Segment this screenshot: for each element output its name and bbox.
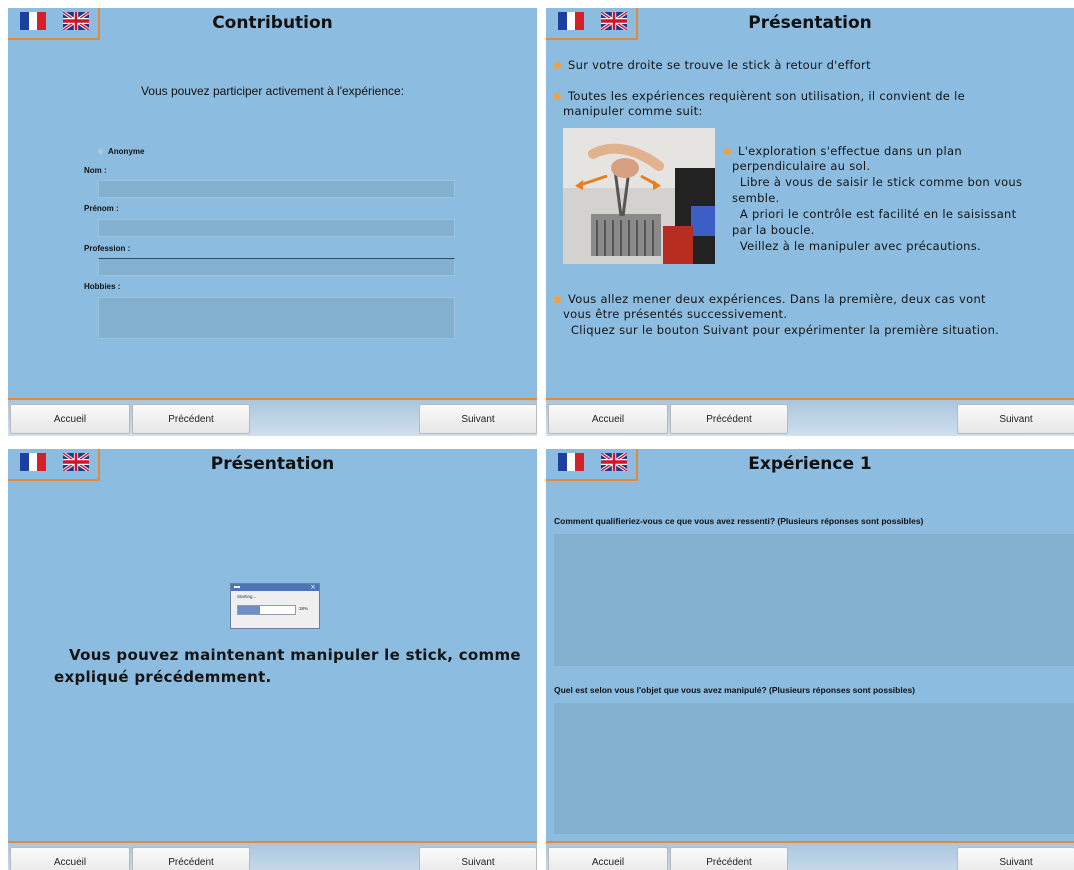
dialog-titlebar: × — [231, 583, 319, 591]
page-title: Expérience 1 — [748, 454, 872, 474]
navigation-bar: Accueil Précédent Suivant — [8, 841, 537, 870]
intro-bullet-1: Sur votre droite se trouve le stick à re… — [568, 58, 871, 72]
orange-dot-icon — [554, 93, 561, 100]
next-button[interactable]: Suivant — [419, 847, 537, 870]
experiments-bullet-line2: vous être présentés successivement. — [563, 307, 788, 321]
ready-message-line2: expliqué précédemment. — [54, 668, 272, 686]
previous-button[interactable]: Précédent — [132, 847, 250, 870]
previous-button[interactable]: Précédent — [132, 404, 250, 434]
navigation-bar: Accueil Précédent Suivant — [8, 398, 537, 436]
ready-message-line1: Vous pouvez maintenant manipuler le stic… — [69, 646, 521, 664]
profession-field[interactable] — [98, 258, 455, 276]
stick-instructions-line4: semble. — [732, 191, 780, 205]
navigation-bar: Accueil Précédent Suivant — [546, 841, 1074, 870]
stick-instructions-line3: Libre à vous de saisir le stick comme bo… — [732, 175, 1023, 189]
home-button[interactable]: Accueil — [548, 847, 668, 870]
minimize-icon[interactable] — [234, 586, 240, 588]
home-button[interactable]: Accueil — [10, 847, 130, 870]
experiments-bullet-line1: Vous allez mener deux expériences. Dans … — [568, 292, 986, 306]
contribution-intro: Vous pouvez participer activement à l'ex… — [140, 84, 405, 98]
question-1-answer-area[interactable] — [554, 534, 1074, 666]
last-name-field[interactable] — [98, 180, 455, 198]
question-2-label: Quel est selon vous l'objet que vous ave… — [554, 685, 916, 695]
stick-instructions-line5: A priori le contrôle est facilité en le … — [732, 207, 1017, 221]
next-button[interactable]: Suivant — [957, 404, 1074, 434]
orange-dot-icon — [554, 62, 561, 69]
hobbies-label: Hobbies : — [84, 282, 121, 291]
next-button[interactable]: Suivant — [419, 404, 537, 434]
progress-fill — [238, 606, 260, 614]
intro-bullet-2-line1: Toutes les expériences requièrent son ut… — [568, 89, 965, 103]
anonymous-label: Anonyme — [108, 147, 145, 156]
anonymous-radio[interactable] — [98, 149, 103, 154]
stick-instructions-line6: par la boucle. — [732, 223, 815, 237]
first-name-label: Prénom : — [84, 204, 119, 213]
next-button[interactable]: Suivant — [957, 847, 1074, 870]
last-name-label: Nom : — [84, 166, 107, 175]
profession-label: Profession : — [84, 244, 131, 253]
progress-bar — [237, 605, 296, 615]
stick-instructions-line7: Veillez à le manipuler avec précautions. — [732, 239, 982, 253]
stick-instructions-line1: L'exploration s'effectue dans un plan — [738, 144, 962, 158]
loading-dialog: × Starting... 38% — [230, 583, 320, 629]
force-feedback-stick-photo — [563, 128, 715, 264]
orange-dot-icon — [724, 148, 731, 155]
page-title: Présentation — [210, 454, 335, 474]
hobbies-textarea[interactable] — [98, 297, 455, 339]
question-1-label: Comment qualifieriez-vous ce que vous av… — [554, 516, 924, 526]
close-icon[interactable]: × — [310, 583, 316, 591]
intro-bullet-2-line2: manipuler comme suit: — [563, 104, 703, 118]
progress-percentage: 38% — [299, 606, 309, 611]
previous-button[interactable]: Précédent — [670, 847, 788, 870]
stick-instructions-line2: perpendiculaire au sol. — [732, 159, 871, 173]
page-title: Présentation — [748, 13, 872, 33]
question-2-answer-area[interactable] — [554, 703, 1074, 834]
dialog-status: Starting... — [237, 594, 257, 599]
orange-dot-icon — [554, 296, 561, 303]
previous-button[interactable]: Précédent — [670, 404, 788, 434]
page-title: Contribution — [212, 13, 333, 33]
presentation-screen: Présentation Sur votre droite se trouve … — [546, 8, 1074, 436]
contribution-screen: Contribution Vous pouvez participer acti… — [8, 8, 537, 436]
home-button[interactable]: Accueil — [10, 404, 130, 434]
navigation-bar: Accueil Précédent Suivant — [546, 398, 1074, 436]
experience-1-screen: Expérience 1 Comment qualifieriez-vous c… — [546, 449, 1074, 870]
experiments-bullet-line3: Cliquez sur le bouton Suivant pour expér… — [563, 323, 1000, 337]
first-name-field[interactable] — [98, 219, 455, 237]
home-button[interactable]: Accueil — [548, 404, 668, 434]
stick-ready-screen: Présentation × Starting... 38% Vous pouv… — [8, 449, 537, 870]
